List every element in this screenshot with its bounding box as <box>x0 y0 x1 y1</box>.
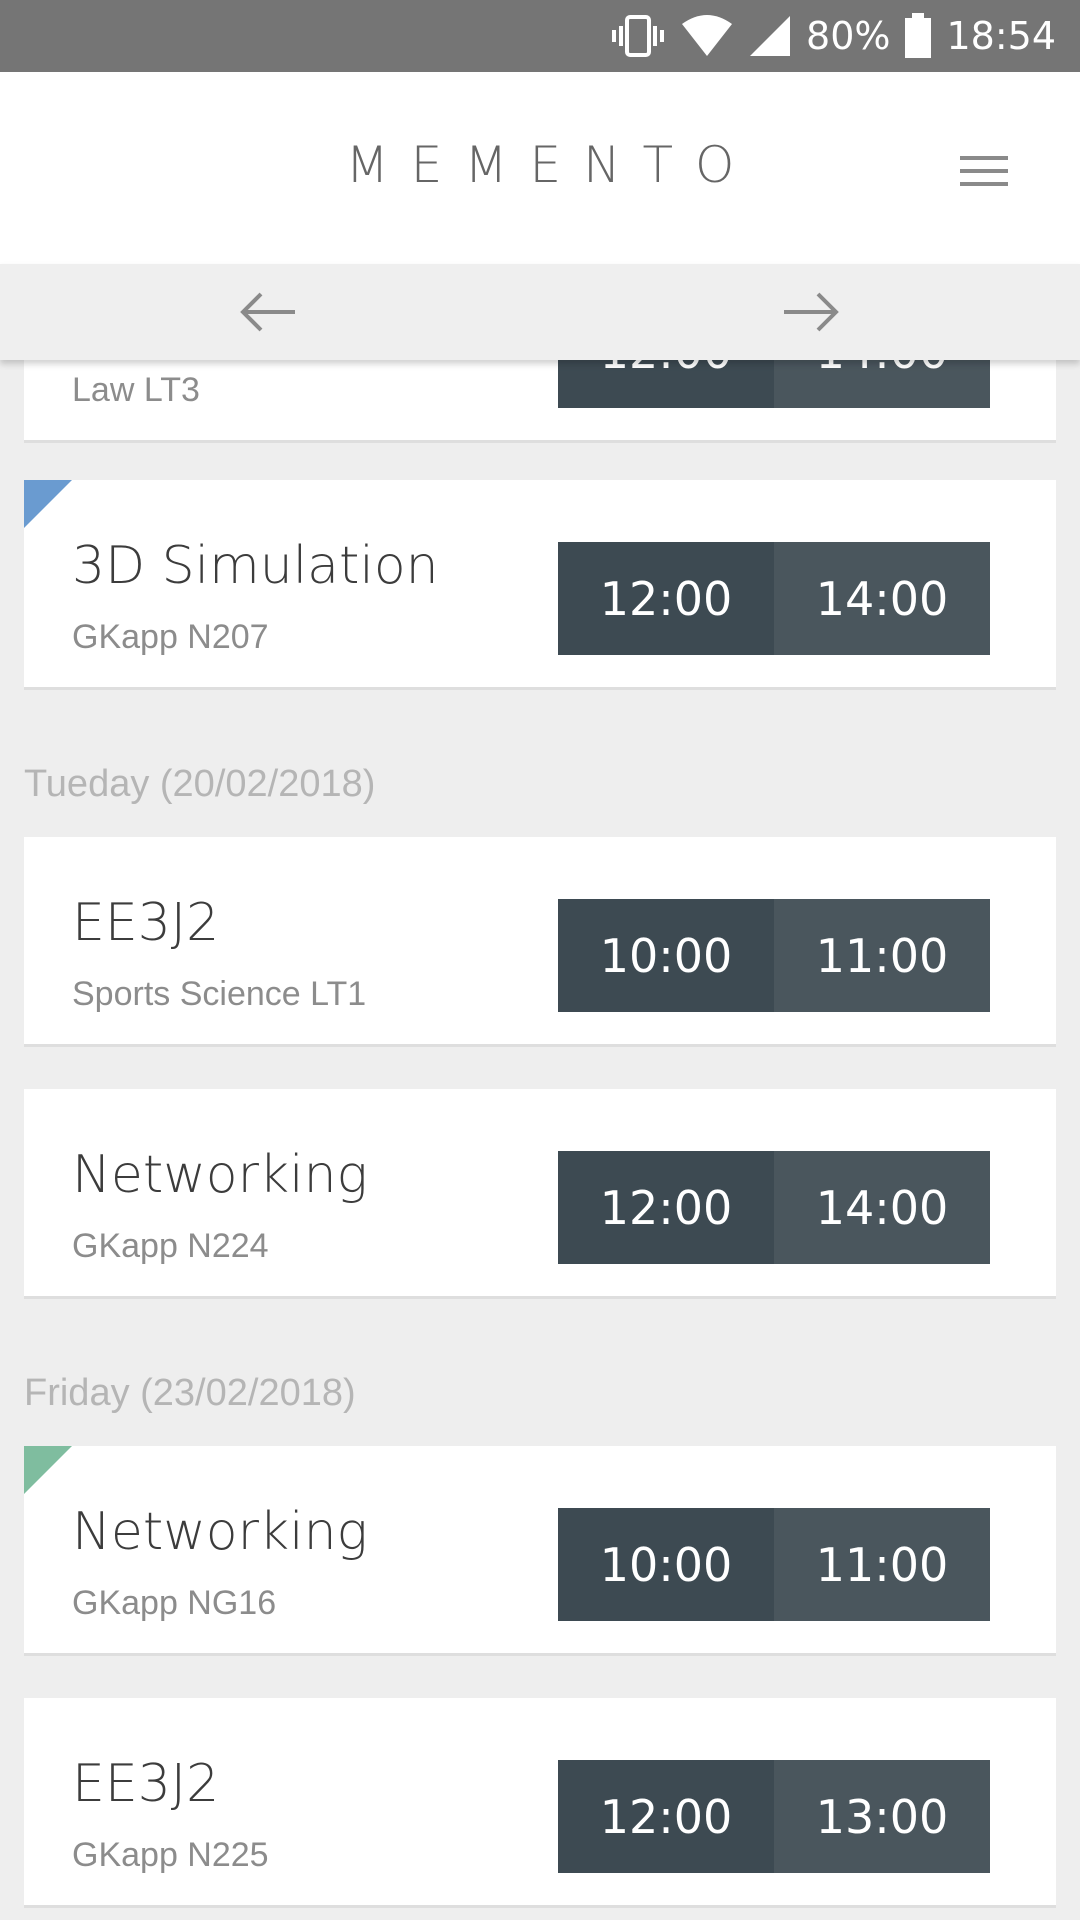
event-end-time: 11:00 <box>774 899 990 1012</box>
event-start-time: 12:00 <box>558 1151 774 1264</box>
arrow-left-icon <box>240 292 295 332</box>
event-end-time: 14:00 <box>774 1151 990 1264</box>
event-start-time: 10:00 <box>558 899 774 1012</box>
vibrate-icon <box>610 14 666 58</box>
day-heading: Tueday (20/02/2018) <box>24 763 376 805</box>
event-time-range: 10:00 11:00 <box>558 1508 990 1621</box>
app-title: MEMENTO <box>345 136 757 194</box>
event-time-range: 10:00 11:00 <box>558 899 990 1012</box>
week-navigation <box>0 264 1080 360</box>
event-start-time: 10:00 <box>558 1508 774 1621</box>
event-card[interactable]: EE3J2 GKapp N225 12:00 13:00 <box>24 1698 1056 1908</box>
event-name: Networking <box>72 1145 368 1205</box>
event-room: Law LT3 <box>72 371 200 409</box>
event-room: GKapp N207 <box>72 618 269 656</box>
event-room: GKapp NG16 <box>72 1584 277 1622</box>
event-name: EE3J2 <box>72 1754 220 1814</box>
event-end-time: 14:00 <box>774 542 990 655</box>
menu-button[interactable] <box>950 146 1018 196</box>
app-header: MEMENTO <box>0 72 1080 264</box>
arrow-right-icon <box>784 292 839 332</box>
event-end-time: 13:00 <box>774 1760 990 1873</box>
event-start-time: 12:00 <box>558 542 774 655</box>
event-name: 3D Simulation <box>72 536 439 596</box>
event-time-range: 12:00 14:00 <box>558 1151 990 1264</box>
clock: 18:54 <box>946 14 1056 58</box>
event-card[interactable]: Networking GKapp NG16 10:00 11:00 <box>24 1446 1056 1656</box>
event-marker <box>24 480 72 528</box>
event-room: GKapp N225 <box>72 1836 269 1874</box>
event-time-range: 12:00 13:00 <box>558 1760 990 1873</box>
event-end-time: 11:00 <box>774 1508 990 1621</box>
event-card[interactable]: Networking GKapp N224 12:00 14:00 <box>24 1089 1056 1299</box>
wifi-icon <box>680 14 734 58</box>
event-name: EE3J2 <box>72 893 220 953</box>
event-marker <box>24 1446 72 1494</box>
previous-week-button[interactable] <box>229 282 309 342</box>
event-name: Networking <box>72 1502 368 1562</box>
event-room: Sports Science LT1 <box>72 975 367 1013</box>
event-card[interactable]: EE3J2 Sports Science LT1 10:00 11:00 <box>24 837 1056 1047</box>
status-bar: 80% 18:54 <box>0 0 1080 72</box>
event-card[interactable]: 3D Simulation GKapp N207 12:00 14:00 <box>24 480 1056 690</box>
battery-percent: 80% <box>806 14 891 58</box>
hamburger-menu-icon <box>960 156 1008 160</box>
signal-icon <box>748 14 792 58</box>
next-week-button[interactable] <box>770 282 850 342</box>
event-start-time: 12:00 <box>558 1760 774 1873</box>
event-room: GKapp N224 <box>72 1227 269 1265</box>
day-heading: Friday (23/02/2018) <box>24 1372 356 1414</box>
event-time-range: 12:00 14:00 <box>558 542 990 655</box>
battery-icon <box>904 13 932 59</box>
